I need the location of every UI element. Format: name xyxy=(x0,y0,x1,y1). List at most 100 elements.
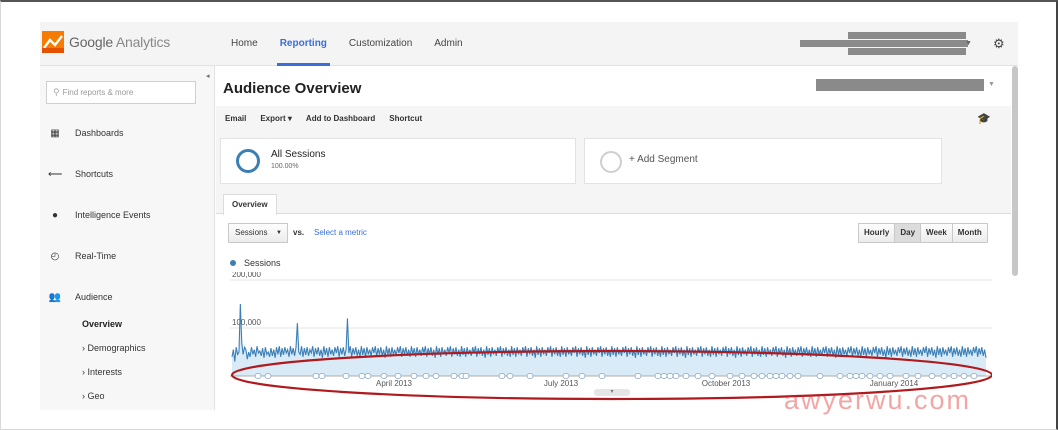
annotation-marker xyxy=(672,373,680,379)
sidebar: ⚲ Find reports & more ▦ Dashboards ⟵ Sho… xyxy=(40,66,215,410)
nav-admin[interactable]: Admin xyxy=(423,22,473,66)
y-tick-label: 200,000 xyxy=(232,272,261,279)
annotation-marker xyxy=(738,373,746,379)
sidebar-item-label: Intelligence Events xyxy=(75,210,151,220)
annotation-marker xyxy=(654,373,662,379)
report-toolbar: Email Export ▾ Add to Dashboard Shortcut… xyxy=(216,106,1011,130)
export-button[interactable]: Export ▾ xyxy=(260,114,292,123)
redacted-date-range[interactable] xyxy=(816,79,984,91)
search-icon: ⚲ xyxy=(53,87,60,97)
analytics-logo-icon xyxy=(42,31,64,53)
chevron-down-icon[interactable]: ▼ xyxy=(988,81,995,88)
annotation-marker xyxy=(578,373,586,379)
people-icon: 👥 xyxy=(48,291,62,303)
annotation-marker xyxy=(778,373,786,379)
watermark: awyerwu.com xyxy=(784,385,972,415)
google-analytics-logo[interactable]: Google Analytics xyxy=(42,31,170,53)
segment-bar: All Sessions 100.00% + Add Segment xyxy=(216,130,1011,190)
annotation-marker xyxy=(886,373,894,379)
annotation-marker xyxy=(666,373,674,379)
brand-name: Google Analytics xyxy=(69,34,171,50)
granularity-day-button[interactable]: Day xyxy=(895,224,922,242)
vs-label: vs. xyxy=(293,228,305,237)
annotation-marker xyxy=(758,373,766,379)
sessions-area xyxy=(232,304,986,376)
annotation-marker xyxy=(902,373,910,379)
annotation-marker xyxy=(694,373,702,379)
shortcut-button[interactable]: Shortcut xyxy=(389,114,422,123)
sidebar-item-shortcuts[interactable]: ⟵ Shortcuts xyxy=(48,163,113,185)
sidebar-sub-interests[interactable]: › Interests xyxy=(82,367,122,377)
nav-reporting[interactable]: Reporting xyxy=(269,22,338,66)
sidebar-item-intelligence-events[interactable]: ● Intelligence Events xyxy=(48,204,151,226)
sidebar-item-audience[interactable]: 👥 Audience xyxy=(48,286,113,308)
sidebar-item-real-time[interactable]: ◴ Real-Time xyxy=(48,245,117,267)
annotation-marker xyxy=(526,373,534,379)
granularity-toggle: Hourly Day Week Month xyxy=(858,223,988,243)
annotation-marker xyxy=(682,373,690,379)
annotation-marker xyxy=(772,373,780,379)
select-metric-link[interactable]: Select a metric xyxy=(314,228,367,237)
gear-icon[interactable]: ⚙ xyxy=(993,36,1005,52)
chart-scroll-handle[interactable]: ▾ xyxy=(594,389,630,396)
annotation-marker xyxy=(562,373,570,379)
segment-percentage: 100.00% xyxy=(271,163,299,170)
annotation-marker xyxy=(708,373,716,379)
sidebar-sub-demographics[interactable]: › Demographics xyxy=(82,343,146,353)
annotation-marker xyxy=(318,373,326,379)
segment-all-sessions[interactable]: All Sessions 100.00% xyxy=(220,138,576,184)
chart-controls: Sessions ▼ vs. Select a metric Hourly Da… xyxy=(216,214,1011,254)
nav-customization[interactable]: Customization xyxy=(338,22,423,66)
redacted-account-block xyxy=(800,40,968,47)
sidebar-item-label: Audience xyxy=(75,292,113,302)
annotation-marker xyxy=(726,373,734,379)
sidebar-sub-overview[interactable]: Overview xyxy=(82,319,122,329)
segment-title: All Sessions xyxy=(271,149,326,160)
granularity-week-button[interactable]: Week xyxy=(921,224,953,242)
sidebar-item-label: Dashboards xyxy=(75,128,124,138)
chart-legend: Sessions xyxy=(230,258,281,268)
annotation-marker xyxy=(342,373,350,379)
annotation-marker xyxy=(876,373,884,379)
annotation-marker xyxy=(950,373,958,379)
annotation-marker xyxy=(312,373,320,379)
graduation-cap-icon[interactable]: 🎓 xyxy=(977,112,991,125)
annotation-marker xyxy=(750,373,758,379)
x-tick-label: July 2013 xyxy=(544,379,579,388)
annotation-marker xyxy=(928,373,936,379)
email-button[interactable]: Email xyxy=(225,114,246,123)
sidebar-sub-geo[interactable]: › Geo xyxy=(82,391,105,401)
nav-home[interactable]: Home xyxy=(220,22,269,66)
annotation-marker xyxy=(264,373,272,379)
tab-overview[interactable]: Overview xyxy=(223,194,277,215)
search-input[interactable]: ⚲ Find reports & more xyxy=(46,81,196,104)
annotation-marker xyxy=(462,373,470,379)
tab-bar: Overview xyxy=(216,190,1011,215)
add-to-dashboard-button[interactable]: Add to Dashboard xyxy=(306,114,375,123)
annotation-marker xyxy=(450,373,458,379)
granularity-month-button[interactable]: Month xyxy=(952,224,987,242)
annotation-marker xyxy=(634,373,642,379)
bulb-icon: ● xyxy=(51,209,59,221)
add-segment-button[interactable]: + Add Segment xyxy=(584,138,942,184)
granularity-hourly-button[interactable]: Hourly xyxy=(859,224,896,242)
arrow-left-icon: ⟵ xyxy=(48,168,63,180)
top-nav: Home Reporting Customization Admin xyxy=(220,22,474,66)
annotation-marker xyxy=(940,373,948,379)
metric-dropdown[interactable]: Sessions ▼ xyxy=(228,223,288,243)
legend-dot-icon xyxy=(230,260,236,266)
annotation-marker xyxy=(432,373,440,379)
annotation-marker xyxy=(852,373,860,379)
collapse-sidebar-icon[interactable]: ◂ xyxy=(206,72,210,80)
x-tick-label: April 2013 xyxy=(376,379,413,388)
sidebar-item-dashboards[interactable]: ▦ Dashboards xyxy=(48,122,124,144)
annotation-marker xyxy=(380,373,388,379)
clock-icon: ◴ xyxy=(50,250,60,262)
account-selector[interactable]: ▼ xyxy=(800,32,972,56)
annotation-marker xyxy=(794,373,802,379)
chevron-down-icon: ▼ xyxy=(276,230,282,236)
annotation-marker xyxy=(254,373,262,379)
page-scrollbar[interactable] xyxy=(1012,66,1018,276)
main-content: Audience Overview ▼ Email Export ▾ Add t… xyxy=(216,66,1018,410)
annotation-marker xyxy=(410,373,418,379)
